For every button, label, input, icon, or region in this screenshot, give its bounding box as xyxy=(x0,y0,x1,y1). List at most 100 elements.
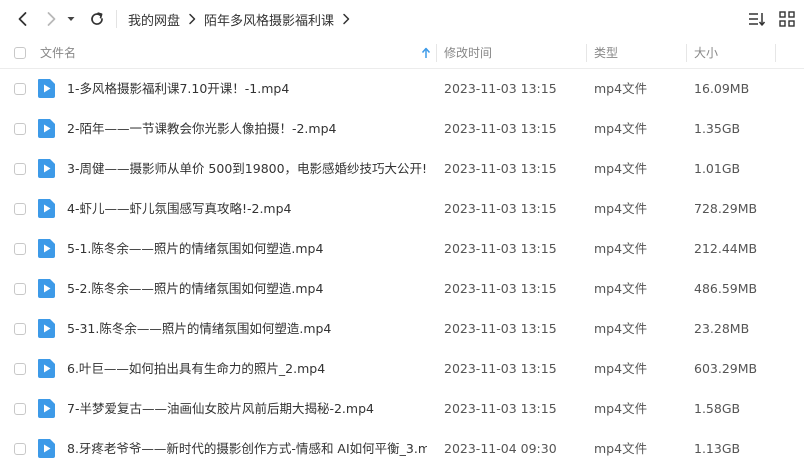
column-header-time[interactable]: 修改时间 xyxy=(444,38,492,68)
refresh-button[interactable] xyxy=(86,8,108,30)
file-row[interactable]: 7-半梦爱复古——油画仙女胶片风前后期大揭秘-2.mp4 2023-11-03 … xyxy=(0,389,804,429)
file-size: 23.28MB xyxy=(694,321,750,336)
file-list: 1-多风格摄影福利课7.10开课！-1.mp4 2023-11-03 13:15… xyxy=(0,69,804,468)
video-file-icon xyxy=(38,439,55,458)
file-size: 1.58GB xyxy=(694,401,741,416)
file-type: mp4文件 xyxy=(594,321,648,336)
video-file-icon xyxy=(38,199,55,218)
file-size: 16.09MB xyxy=(694,81,750,96)
file-type: mp4文件 xyxy=(594,81,648,96)
file-name: 7-半梦爱复古——油画仙女胶片风前后期大揭秘-2.mp4 xyxy=(67,401,374,416)
breadcrumb-separator-icon xyxy=(188,13,196,25)
grid-view-icon xyxy=(779,11,795,27)
file-name: 5-2.陈冬余——照片的情绪氛围如何塑造.mp4 xyxy=(67,281,324,296)
file-size: 212.44MB xyxy=(694,241,758,256)
file-name: 2-陌年——一节课教会你光影人像拍摄！-2.mp4 xyxy=(67,121,337,136)
row-checkbox[interactable] xyxy=(14,83,26,95)
row-checkbox[interactable] xyxy=(14,203,26,215)
row-checkbox[interactable] xyxy=(14,403,26,415)
video-file-icon xyxy=(38,399,55,418)
file-name: 3-周健——摄影师从单价 500到19800，电影感婚纱技巧大公开!-... xyxy=(67,161,427,176)
dropdown-icon xyxy=(67,17,75,21)
chevron-right-icon xyxy=(47,12,56,26)
file-type: mp4文件 xyxy=(594,161,648,176)
file-name: 5-1.陈冬余——照片的情绪氛围如何塑造.mp4 xyxy=(67,241,324,256)
breadcrumb-current-folder[interactable]: 陌年多风格摄影福利课 xyxy=(204,10,334,29)
file-type: mp4文件 xyxy=(594,121,648,136)
file-row[interactable]: 8.牙疼老爷爷——新时代的摄影创作方式-情感和 AI如何平衡_3.m... 20… xyxy=(0,429,804,468)
file-modified-time: 2023-11-04 09:30 xyxy=(444,441,557,456)
file-name: 8.牙疼老爷爷——新时代的摄影创作方式-情感和 AI如何平衡_3.m... xyxy=(67,441,427,456)
video-file-icon xyxy=(38,159,55,178)
file-row[interactable]: 4-虾儿——虾儿氛围感写真攻略!-2.mp4 2023-11-03 13:15 … xyxy=(0,189,804,229)
file-type: mp4文件 xyxy=(594,281,648,296)
file-modified-time: 2023-11-03 13:15 xyxy=(444,121,557,136)
column-divider[interactable] xyxy=(775,44,776,62)
file-modified-time: 2023-11-03 13:15 xyxy=(444,281,557,296)
row-checkbox[interactable] xyxy=(14,363,26,375)
file-row[interactable]: 3-周健——摄影师从单价 500到19800，电影感婚纱技巧大公开!-... 2… xyxy=(0,149,804,189)
breadcrumb: 我的网盘 陌年多风格摄影福利课 xyxy=(128,9,358,29)
row-checkbox[interactable] xyxy=(14,243,26,255)
file-type: mp4文件 xyxy=(594,401,648,416)
file-type: mp4文件 xyxy=(594,201,648,216)
file-size: 728.29MB xyxy=(694,201,758,216)
sort-button[interactable] xyxy=(747,9,767,29)
breadcrumb-separator-icon[interactable] xyxy=(342,13,350,25)
file-modified-time: 2023-11-03 13:15 xyxy=(444,161,557,176)
sort-ascending-icon[interactable] xyxy=(421,47,431,59)
history-dropdown-button[interactable] xyxy=(64,8,78,30)
row-checkbox[interactable] xyxy=(14,323,26,335)
video-file-icon xyxy=(38,359,55,378)
file-row[interactable]: 1-多风格摄影福利课7.10开课！-1.mp4 2023-11-03 13:15… xyxy=(0,69,804,109)
video-file-icon xyxy=(38,239,55,258)
column-header-type[interactable]: 类型 xyxy=(594,38,618,68)
file-modified-time: 2023-11-03 13:15 xyxy=(444,201,557,216)
file-modified-time: 2023-11-03 13:15 xyxy=(444,321,557,336)
file-size: 603.29MB xyxy=(694,361,758,376)
view-mode-button[interactable] xyxy=(777,9,797,29)
row-checkbox[interactable] xyxy=(14,163,26,175)
column-header-size[interactable]: 大小 xyxy=(694,38,718,68)
file-type: mp4文件 xyxy=(594,441,648,456)
column-divider[interactable] xyxy=(436,44,437,62)
file-modified-time: 2023-11-03 13:15 xyxy=(444,81,557,96)
video-file-icon xyxy=(38,79,55,98)
file-row[interactable]: 5-31.陈冬余——照片的情绪氛围如何塑造.mp4 2023-11-03 13:… xyxy=(0,309,804,349)
navigation-bar: 我的网盘 陌年多风格摄影福利课 xyxy=(0,0,804,38)
video-file-icon xyxy=(38,119,55,138)
video-file-icon xyxy=(38,279,55,298)
row-checkbox[interactable] xyxy=(14,283,26,295)
file-size: 486.59MB xyxy=(694,281,758,296)
nav-divider xyxy=(116,10,117,28)
file-type: mp4文件 xyxy=(594,361,648,376)
file-type: mp4文件 xyxy=(594,241,648,256)
file-size: 1.13GB xyxy=(694,441,741,456)
column-divider[interactable] xyxy=(686,44,687,62)
file-row[interactable]: 5-2.陈冬余——照片的情绪氛围如何塑造.mp4 2023-11-03 13:1… xyxy=(0,269,804,309)
file-modified-time: 2023-11-03 13:15 xyxy=(444,401,557,416)
back-button[interactable] xyxy=(12,8,34,30)
column-divider[interactable] xyxy=(586,44,587,62)
file-name: 6.叶巨——如何拍出具有生命力的照片_2.mp4 xyxy=(67,361,326,376)
breadcrumb-root[interactable]: 我的网盘 xyxy=(128,10,180,29)
file-size: 1.01GB xyxy=(694,161,741,176)
column-header-name[interactable]: 文件名 xyxy=(40,38,76,68)
file-name: 4-虾儿——虾儿氛围感写真攻略!-2.mp4 xyxy=(67,201,292,216)
file-list-header: 文件名 修改时间 类型 大小 xyxy=(0,38,804,69)
video-file-icon xyxy=(38,319,55,338)
file-browser-window: 我的网盘 陌年多风格摄影福利课 文件名 修改时间 类型 大小 1-多风格摄影福利… xyxy=(0,0,804,468)
chevron-left-icon xyxy=(18,12,27,26)
row-checkbox[interactable] xyxy=(14,443,26,455)
file-modified-time: 2023-11-03 13:15 xyxy=(444,241,557,256)
forward-button[interactable] xyxy=(40,8,62,30)
file-row[interactable]: 2-陌年——一节课教会你光影人像拍摄！-2.mp4 2023-11-03 13:… xyxy=(0,109,804,149)
select-all-checkbox[interactable] xyxy=(14,47,26,59)
file-row[interactable]: 5-1.陈冬余——照片的情绪氛围如何塑造.mp4 2023-11-03 13:1… xyxy=(0,229,804,269)
sort-list-icon xyxy=(749,13,766,26)
row-checkbox[interactable] xyxy=(14,123,26,135)
file-name: 5-31.陈冬余——照片的情绪氛围如何塑造.mp4 xyxy=(67,321,332,336)
file-name: 1-多风格摄影福利课7.10开课！-1.mp4 xyxy=(67,81,290,96)
file-row[interactable]: 6.叶巨——如何拍出具有生命力的照片_2.mp4 2023-11-03 13:1… xyxy=(0,349,804,389)
file-size: 1.35GB xyxy=(694,121,741,136)
